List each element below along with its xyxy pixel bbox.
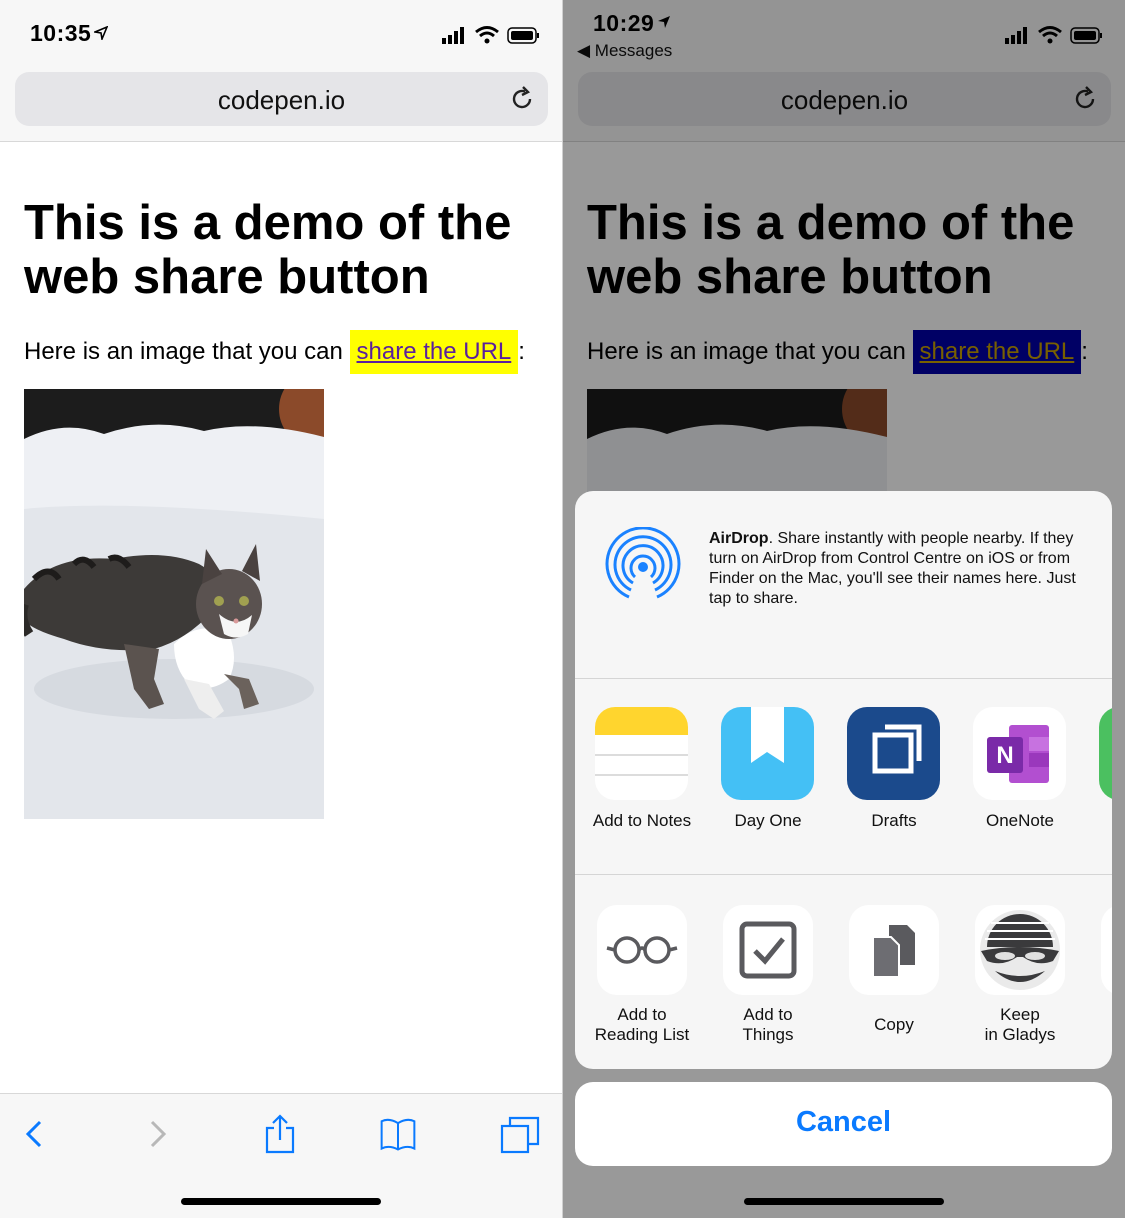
app-label: Add to Notes bbox=[592, 811, 692, 830]
home-indicator bbox=[181, 1198, 381, 1205]
airdrop-description: AirDrop. Share instantly with people nea… bbox=[709, 529, 1099, 609]
day-one-icon bbox=[721, 707, 814, 800]
app-label: OneNote bbox=[985, 811, 1055, 830]
airdrop-title: AirDrop bbox=[709, 530, 769, 547]
action-label-line1: Add to bbox=[743, 1005, 793, 1024]
signal-icon bbox=[442, 27, 464, 44]
bookmarks-icon[interactable] bbox=[378, 1114, 418, 1154]
status-bar: 10:35 bbox=[0, 0, 562, 70]
glasses-icon bbox=[597, 905, 687, 995]
sheet-separator bbox=[575, 678, 1112, 679]
app-label: B bbox=[1079, 811, 1112, 831]
paragraph-colon: : bbox=[518, 338, 525, 365]
action-label-line1: Add to bbox=[617, 1005, 667, 1024]
svg-text:N: N bbox=[996, 742, 1013, 769]
onenote-icon: N bbox=[973, 707, 1066, 800]
cancel-label: Cancel bbox=[795, 1106, 892, 1138]
action-label-line2: in Gladys bbox=[984, 1025, 1056, 1044]
chrome-divider bbox=[0, 141, 562, 142]
tabs-icon[interactable] bbox=[500, 1114, 540, 1154]
back-icon[interactable] bbox=[14, 1114, 54, 1154]
paragraph: Here is an image that you can share the … bbox=[24, 330, 525, 374]
forward-icon[interactable] bbox=[138, 1114, 178, 1154]
action-label-line2: Things bbox=[742, 1025, 794, 1044]
wifi-icon bbox=[475, 26, 499, 44]
drafts-icon bbox=[847, 707, 940, 800]
reload-icon[interactable] bbox=[508, 85, 536, 113]
paragraph-text: Here is an image that you can bbox=[24, 338, 343, 365]
cancel-button[interactable]: Cancel bbox=[575, 1082, 1112, 1166]
status-time: 10:35 bbox=[30, 20, 92, 46]
action-label-line1: Copy bbox=[874, 1015, 914, 1034]
location-icon bbox=[94, 26, 108, 40]
battery-icon bbox=[507, 27, 539, 44]
gladys-icon bbox=[975, 905, 1065, 995]
app-label: Day One bbox=[734, 811, 802, 830]
sheet-separator bbox=[575, 874, 1112, 875]
home-indicator bbox=[744, 1198, 944, 1205]
page-heading: This is a demo of the web share button bbox=[24, 196, 512, 304]
copy-icon bbox=[849, 905, 939, 995]
share-url-link[interactable]: share the URL bbox=[349, 330, 519, 374]
url-text: codepen.io bbox=[217, 85, 346, 115]
action-label-line1: Keep bbox=[1000, 1005, 1040, 1024]
action-label-line1: S bbox=[1079, 1015, 1112, 1035]
right-screenshot: 10:29 ◀ Messages codepen.io This is a de… bbox=[563, 0, 1125, 1218]
kitten-image bbox=[24, 389, 324, 819]
notes-icon bbox=[595, 707, 688, 800]
kitten-photo bbox=[24, 389, 324, 819]
checkbox-icon bbox=[723, 905, 813, 995]
action-partial-icon bbox=[1101, 905, 1112, 995]
status-icons bbox=[442, 26, 539, 44]
left-screenshot: 10:35 codepen.io This is a demo of the w… bbox=[0, 0, 562, 1218]
app-label: Drafts bbox=[871, 811, 917, 830]
address-bar[interactable]: codepen.io bbox=[15, 72, 548, 126]
airdrop-icon[interactable] bbox=[603, 527, 683, 607]
action-label-line2: Reading List bbox=[594, 1025, 690, 1044]
share-icon[interactable] bbox=[260, 1114, 300, 1154]
app-partial-icon bbox=[1099, 707, 1112, 800]
share-sheet: AirDrop. Share instantly with people nea… bbox=[575, 491, 1112, 1069]
